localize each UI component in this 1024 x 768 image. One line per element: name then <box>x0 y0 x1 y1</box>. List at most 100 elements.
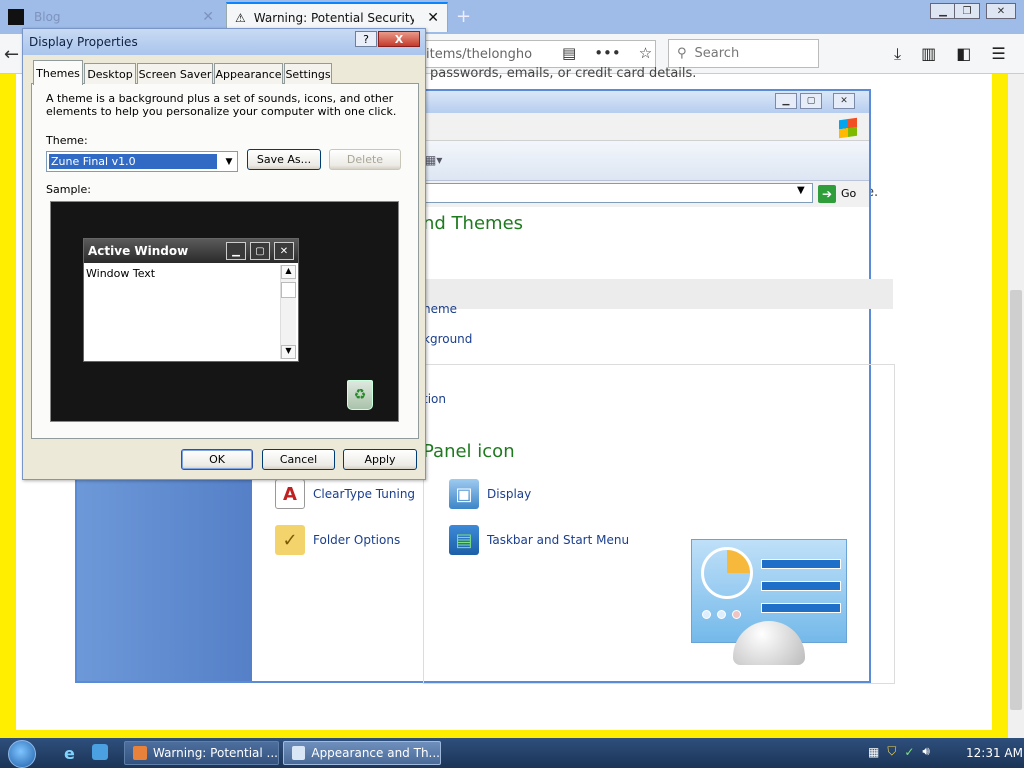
dialog-titlebar: Display Properties ? X <box>23 29 425 55</box>
folder-options-item[interactable]: ✓ Folder Options <box>275 525 400 555</box>
minimize-icon[interactable]: ▁ <box>775 93 797 109</box>
dialog-title: Display Properties <box>29 35 138 49</box>
task-link[interactable]: tion <box>423 392 446 406</box>
maximize-icon[interactable]: ▢ <box>800 93 822 109</box>
search-icon: ⚲ <box>677 46 687 61</box>
scroll-thumb <box>281 282 296 298</box>
page-text: passwords, emails, or credit card detail… <box>430 66 697 81</box>
network-icon[interactable]: ✓ <box>904 745 914 759</box>
blog-favicon-icon <box>8 9 24 25</box>
internet-explorer-icon[interactable]: e <box>64 744 75 763</box>
page-border-left <box>0 74 16 738</box>
tab-themes[interactable]: Themes <box>33 60 83 85</box>
views-icon[interactable]: ▦▾ <box>425 153 442 167</box>
keyboard-icon[interactable]: ▦ <box>868 745 879 759</box>
taskbar-button-label: Appearance and Th... <box>311 746 440 760</box>
cleartype-tuning-item[interactable]: A ClearType Tuning <box>275 479 415 509</box>
theme-label: Theme: <box>46 134 88 147</box>
windows-logo-icon <box>839 117 857 139</box>
menu-icon[interactable]: ☰ <box>991 44 1005 64</box>
back-arrow-icon[interactable]: ← <box>4 44 19 65</box>
go-button-label[interactable]: Go <box>841 187 856 200</box>
taskbar-button-appearance[interactable]: Appearance and Th... <box>283 741 441 765</box>
minimize-icon: ▁ <box>226 242 246 260</box>
close-icon: ✕ <box>274 242 294 260</box>
cp-address-input[interactable] <box>425 183 813 203</box>
more-actions-icon[interactable]: ••• <box>594 44 621 62</box>
volume-icon[interactable]: 🔊︎ <box>922 744 930 759</box>
taskbar-button-label: Warning: Potential ... <box>152 746 278 760</box>
item-label: Folder Options <box>313 533 401 547</box>
sample-scrollbar: ▲ ▼ <box>280 265 296 359</box>
theme-selected-value: Zune Final v1.0 <box>48 153 218 170</box>
download-icon[interactable]: ⤓ <box>894 44 901 64</box>
task-link[interactable]: heme <box>423 302 457 316</box>
display-icon: ▣ <box>449 479 479 509</box>
minimize-icon[interactable]: ▁ <box>930 3 956 19</box>
close-tab-icon[interactable]: ✕ <box>427 10 439 26</box>
sample-label: Sample: <box>46 183 91 196</box>
cancel-button[interactable]: Cancel <box>262 449 335 470</box>
ok-button[interactable]: OK <box>181 449 253 470</box>
item-label: ClearType Tuning <box>313 487 416 501</box>
tab-label: Blog <box>34 10 61 24</box>
tab-desktop[interactable]: Desktop <box>84 63 136 84</box>
scrollbar-thumb[interactable] <box>1010 290 1022 710</box>
shield-icon[interactable]: ⛉ <box>887 744 896 759</box>
bookmark-star-icon[interactable]: ☆ <box>639 44 652 62</box>
reader-view-icon[interactable]: ▤ <box>562 44 576 62</box>
apply-button[interactable]: Apply <box>343 449 417 470</box>
new-tab-icon[interactable]: + <box>456 6 471 27</box>
theme-select[interactable]: Zune Final v1.0 ▼ <box>46 151 238 172</box>
scroll-down-icon: ▼ <box>281 345 296 359</box>
taskbar-start-menu-item[interactable]: ▤ Taskbar and Start Menu <box>449 525 629 555</box>
search-input[interactable]: ⚲ Search <box>668 39 819 68</box>
help-button[interactable]: ? <box>355 31 377 47</box>
close-icon[interactable]: ✕ <box>986 3 1016 19</box>
sample-titlebar: Active Window ▁ ▢ ✕ <box>84 239 298 263</box>
system-tray: ▦ ⛉ ✓ 🔊︎ <box>868 744 930 759</box>
firefox-icon <box>133 746 147 760</box>
clock[interactable]: 12:31 AM <box>966 746 1023 760</box>
taskbar-start-menu-icon: ▤ <box>449 525 479 555</box>
delete-button[interactable]: Delete <box>329 149 401 170</box>
bar-icon <box>761 559 841 569</box>
maximize-icon[interactable]: ❐ <box>954 3 980 19</box>
tab-appearance[interactable]: Appearance <box>214 63 283 84</box>
recycle-bin-icon: ♻ <box>347 380 373 410</box>
page-border-right <box>992 74 1008 738</box>
sidebar-icon[interactable]: ◧ <box>956 44 971 64</box>
close-icon[interactable]: ✕ <box>833 93 855 109</box>
go-arrow-icon[interactable]: ➔ <box>818 185 836 203</box>
tab-settings[interactable]: Settings <box>284 63 332 84</box>
folder-options-icon: ✓ <box>275 525 305 555</box>
close-button[interactable]: X <box>378 31 420 47</box>
item-label: Taskbar and Start Menu <box>487 533 630 547</box>
warning-icon: ⚠ <box>235 11 246 25</box>
sample-window-text: Window Text <box>86 267 156 280</box>
bar-icon <box>761 603 841 613</box>
save-as-button[interactable]: Save As... <box>247 149 321 170</box>
category-heading: nd Themes <box>423 213 524 234</box>
close-tab-icon[interactable]: ✕ <box>202 9 214 25</box>
browser-toolbar: ⤓ ▥ ◧ ☰ <box>894 44 1006 64</box>
tab-label: Warning: Potential Security Risk <box>253 11 414 25</box>
chevron-down-icon[interactable]: ▼ <box>221 153 237 170</box>
theme-sample-preview: Active Window ▁ ▢ ✕ Window Text ▲ ▼ ♻ <box>50 201 399 422</box>
tab-screen-saver[interactable]: Screen Saver <box>137 63 213 84</box>
url-actions: ▤ ••• ☆ <box>562 44 652 62</box>
item-label: Display <box>487 487 532 501</box>
panel-icon-heading: Panel icon <box>423 441 515 462</box>
quick-launch-icon[interactable] <box>92 744 108 760</box>
chevron-down-icon[interactable]: ▼ <box>797 185 805 196</box>
sample-window-title: Active Window <box>88 244 189 258</box>
bar-icon <box>761 581 841 591</box>
sample-active-window: Active Window ▁ ▢ ✕ Window Text ▲ ▼ <box>83 238 299 362</box>
task-link[interactable]: kground <box>423 332 472 346</box>
taskbar-button-firefox[interactable]: Warning: Potential ... <box>124 741 279 765</box>
display-item[interactable]: ▣ Display <box>449 479 531 509</box>
library-icon[interactable]: ▥ <box>921 44 936 64</box>
search-placeholder: Search <box>694 46 740 61</box>
start-button[interactable] <box>8 740 36 768</box>
task-highlight <box>423 279 893 309</box>
